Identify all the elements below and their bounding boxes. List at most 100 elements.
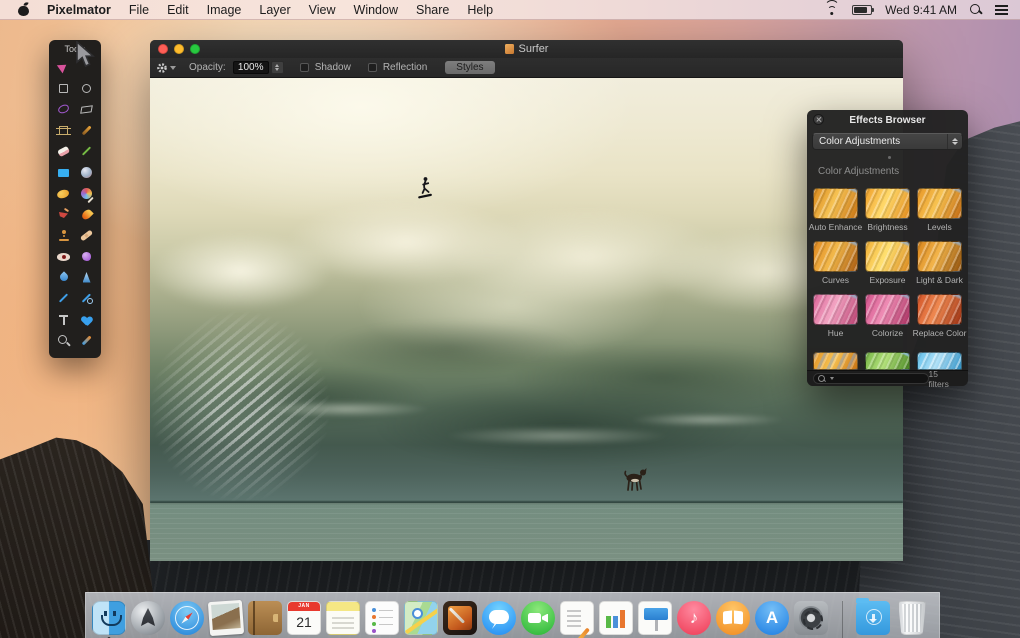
launchpad-icon[interactable] bbox=[131, 601, 165, 635]
saturate-tool-icon[interactable] bbox=[80, 250, 93, 263]
opacity-stepper[interactable] bbox=[271, 61, 284, 74]
surfer-silhouette bbox=[415, 176, 435, 200]
filter-light-dark[interactable]: Light & Dark bbox=[917, 241, 962, 285]
type-tool-icon[interactable] bbox=[57, 313, 70, 326]
app-store-icon[interactable]: A bbox=[755, 601, 789, 635]
zoom-button[interactable] bbox=[190, 44, 200, 54]
keynote-icon[interactable] bbox=[638, 601, 672, 635]
pencil-tool-icon[interactable] bbox=[80, 124, 93, 137]
photos-icon[interactable] bbox=[208, 600, 244, 636]
itunes-icon[interactable]: ♪ bbox=[677, 601, 711, 635]
safari-icon[interactable] bbox=[170, 601, 204, 635]
paint-bucket-tool-icon[interactable] bbox=[57, 208, 70, 221]
trash-icon[interactable] bbox=[898, 601, 926, 635]
gear-menu-button[interactable] bbox=[156, 62, 176, 74]
filter-exposure[interactable]: Exposure bbox=[865, 241, 910, 285]
downloads-folder-icon[interactable] bbox=[856, 601, 890, 635]
filter-hue[interactable]: Hue bbox=[813, 294, 858, 338]
filter-thumbnail[interactable] bbox=[865, 188, 910, 219]
clone-stamp-tool-icon[interactable] bbox=[57, 229, 70, 242]
ellipse-select-tool-icon[interactable] bbox=[80, 82, 93, 95]
filter-thumbnail[interactable] bbox=[917, 188, 962, 219]
menu-share[interactable]: Share bbox=[416, 3, 449, 17]
menu-image[interactable]: Image bbox=[207, 3, 242, 17]
filter-thumbnail[interactable] bbox=[917, 294, 962, 325]
rect-shape-tool-icon[interactable] bbox=[57, 166, 70, 179]
pen-tool-icon[interactable] bbox=[57, 292, 70, 305]
polygon-lasso-tool-icon[interactable] bbox=[80, 103, 93, 116]
filter-curves[interactable]: Curves bbox=[813, 241, 858, 285]
filter-thumbnail-partial[interactable] bbox=[865, 352, 910, 370]
opacity-value-field[interactable]: 100% bbox=[233, 61, 269, 74]
numbers-icon[interactable] bbox=[599, 601, 633, 635]
sponge-tool-icon[interactable] bbox=[57, 187, 70, 200]
pages-icon[interactable] bbox=[560, 601, 594, 635]
rect-select-tool-icon[interactable] bbox=[57, 82, 70, 95]
freeform-pen-tool-icon[interactable] bbox=[80, 292, 93, 305]
calendar-icon[interactable]: JAN 21 bbox=[287, 601, 321, 635]
red-eye-tool-icon[interactable] bbox=[57, 250, 70, 263]
filter-thumbnail-partial[interactable] bbox=[917, 352, 962, 370]
filter-thumbnail-partial[interactable] bbox=[813, 352, 858, 370]
wifi-icon[interactable] bbox=[824, 4, 839, 15]
battery-icon[interactable] bbox=[852, 5, 872, 15]
filter-replace-color[interactable]: Replace Color bbox=[917, 294, 962, 338]
apple-menu-icon[interactable] bbox=[18, 3, 29, 16]
reflection-checkbox[interactable] bbox=[368, 63, 377, 72]
eraser-tool-icon[interactable] bbox=[57, 145, 70, 158]
lasso-tool-icon[interactable] bbox=[57, 103, 70, 116]
category-dropdown[interactable]: Color Adjustments bbox=[812, 133, 963, 150]
filter-thumbnail[interactable] bbox=[813, 294, 858, 325]
panel-close-icon[interactable] bbox=[813, 114, 824, 125]
filter-thumbnail[interactable] bbox=[865, 241, 910, 272]
filter-search-field[interactable] bbox=[813, 373, 929, 384]
blur-tool-icon[interactable] bbox=[57, 271, 70, 284]
ibooks-icon[interactable] bbox=[716, 601, 750, 635]
crop-tool-icon[interactable] bbox=[57, 124, 70, 137]
filter-thumbnail[interactable] bbox=[917, 241, 962, 272]
filter-auto-enhance[interactable]: Auto Enhance bbox=[813, 188, 858, 232]
notification-center-icon[interactable] bbox=[995, 4, 1008, 15]
contacts-icon[interactable] bbox=[248, 601, 282, 635]
document-proxy-icon[interactable] bbox=[505, 44, 514, 54]
shadow-checkbox[interactable] bbox=[300, 63, 309, 72]
eyedropper-tool-icon[interactable] bbox=[80, 334, 93, 347]
menu-file[interactable]: File bbox=[129, 3, 149, 17]
facetime-icon[interactable] bbox=[521, 601, 555, 635]
filter-levels[interactable]: Levels bbox=[917, 188, 962, 232]
spotlight-search-icon[interactable] bbox=[970, 4, 982, 16]
system-preferences-icon[interactable] bbox=[794, 601, 828, 635]
title-bar[interactable]: Surfer bbox=[150, 40, 903, 58]
maps-icon[interactable] bbox=[404, 601, 438, 635]
filter-thumbnail[interactable] bbox=[813, 188, 858, 219]
filter-thumbnail[interactable] bbox=[865, 294, 910, 325]
burn-tool-icon[interactable] bbox=[80, 208, 93, 221]
heal-tool-icon[interactable] bbox=[80, 229, 93, 242]
minimize-button[interactable] bbox=[174, 44, 184, 54]
menu-clock[interactable]: Wed 9:41 AM bbox=[885, 3, 957, 17]
menu-window[interactable]: Window bbox=[354, 3, 398, 17]
filter-colorize[interactable]: Colorize bbox=[865, 294, 910, 338]
shape-tool-icon[interactable] bbox=[80, 313, 93, 326]
stroke-tool-icon[interactable] bbox=[80, 145, 93, 158]
close-button[interactable] bbox=[158, 44, 168, 54]
menu-view[interactable]: View bbox=[309, 3, 336, 17]
menu-app-name[interactable]: Pixelmator bbox=[47, 3, 111, 17]
gradient-tool-icon[interactable] bbox=[80, 166, 93, 179]
filter-brightness[interactable]: Brightness bbox=[865, 188, 910, 232]
finder-icon[interactable] bbox=[92, 601, 126, 635]
image-canvas[interactable] bbox=[150, 78, 903, 561]
zoom-tool-icon[interactable] bbox=[57, 334, 70, 347]
messages-icon[interactable] bbox=[482, 601, 516, 635]
pixelmator-icon[interactable] bbox=[443, 601, 477, 635]
menu-edit[interactable]: Edit bbox=[167, 3, 189, 17]
menu-layer[interactable]: Layer bbox=[259, 3, 290, 17]
move-tool-icon[interactable] bbox=[57, 61, 70, 74]
brush-tool-icon[interactable] bbox=[80, 187, 93, 200]
reminders-icon[interactable] bbox=[365, 601, 399, 635]
notes-icon[interactable] bbox=[326, 601, 360, 635]
styles-button[interactable]: Styles bbox=[445, 61, 494, 74]
sharpen-tool-icon[interactable] bbox=[80, 271, 93, 284]
filter-thumbnail[interactable] bbox=[813, 241, 858, 272]
menu-help[interactable]: Help bbox=[467, 3, 493, 17]
